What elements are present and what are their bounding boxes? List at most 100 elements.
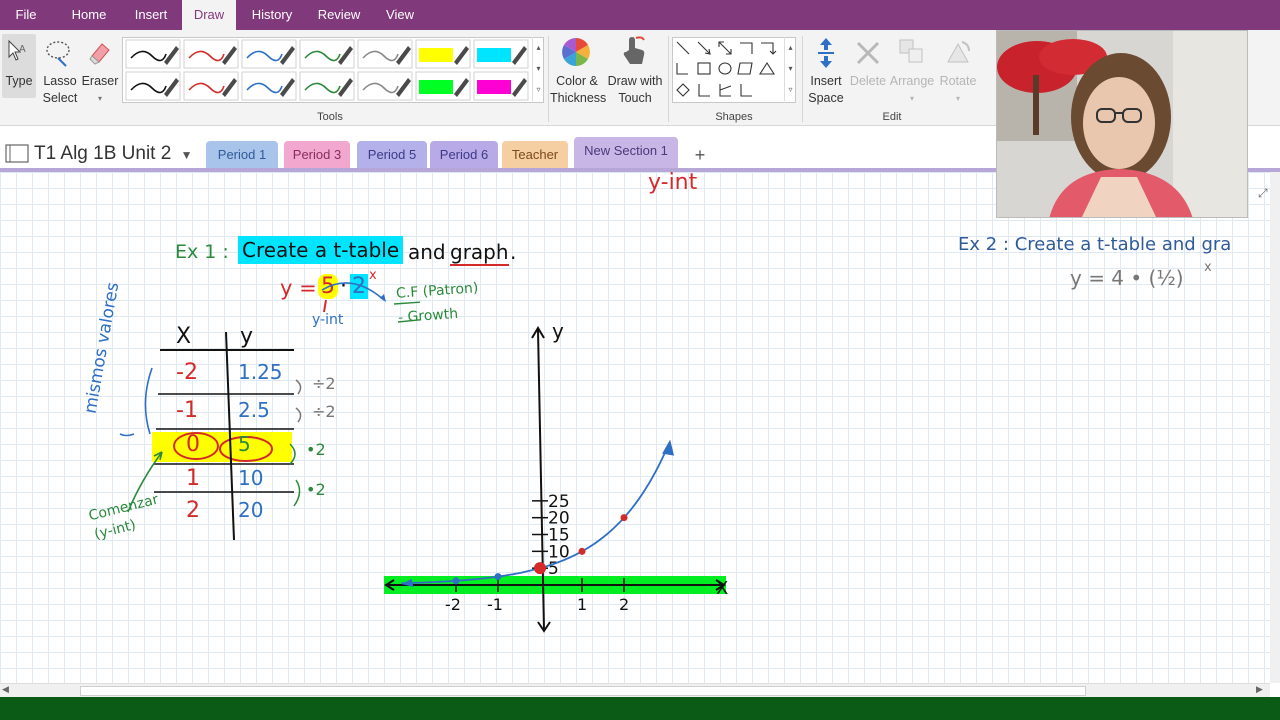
page-canvas[interactable]: y-int Ex 1 : Create a t-table and graph … [0, 172, 1270, 683]
presenter-video [997, 31, 1247, 217]
x-tick-label: 1 [577, 595, 587, 614]
eraser-button[interactable]: Eraser [80, 73, 120, 90]
rotate-icon [947, 41, 970, 63]
lasso-select-button[interactable]: Lasso Select [38, 73, 82, 107]
lasso-label-2: Select [42, 91, 78, 105]
menu-draw[interactable]: Draw [182, 0, 236, 30]
menu-review[interactable]: Review [310, 0, 368, 30]
ex1-graph: graph [450, 240, 509, 266]
bottom-frame [0, 697, 1280, 720]
menu-history[interactable]: History [242, 0, 302, 30]
eraser-icon [89, 43, 110, 65]
pen-gallery-scroll[interactable]: ▴ ▾ ▿ [532, 37, 544, 101]
touch-label-1: Draw with [607, 74, 663, 88]
shape-icons[interactable] [674, 39, 784, 101]
x-tick-label: -1 [487, 595, 503, 614]
pen-swatch[interactable] [357, 39, 413, 69]
menu-view[interactable]: View [376, 0, 424, 30]
notebook-icon [5, 144, 29, 163]
touch-label-2: Touch [618, 91, 652, 105]
lasso-label-1: Lasso [43, 74, 77, 88]
menu-bar: File Home Insert Draw History Review Vie… [0, 0, 1280, 30]
table-cell-x: 1 [186, 466, 200, 491]
exponential-graph: 252015105-2 -1 1 2Xy [384, 319, 728, 633]
arrange-button[interactable]: Arrange [888, 73, 936, 90]
tab-period-6[interactable]: Period 6 [430, 141, 498, 169]
insert-space-icon [818, 38, 834, 68]
scroll-left-icon[interactable]: ◀ [2, 684, 9, 695]
add-section-button[interactable]: + [686, 141, 714, 169]
lasso-select-icon [46, 41, 70, 67]
pen-swatch[interactable] [241, 39, 297, 69]
draw-with-touch-icon [623, 36, 645, 64]
color-thickness-button[interactable]: Color & Thickness [550, 73, 606, 107]
insert-label-1: Insert [810, 74, 842, 88]
notebook-name-text: T1 Alg 1B Unit 2 [34, 143, 172, 164]
pen-swatch[interactable] [183, 71, 239, 101]
pen-swatch[interactable] [299, 39, 355, 69]
insert-space-button[interactable]: Insert Space [804, 73, 848, 107]
table-cell-x: 0 [186, 432, 200, 457]
arrange-dropdown-icon[interactable]: ▾ [888, 90, 936, 107]
draw-with-touch-button[interactable]: Draw with Touch [604, 73, 666, 107]
plotted-point [578, 547, 586, 555]
pen-swatch[interactable] [415, 39, 471, 69]
t-table-lines [119, 282, 420, 541]
pen-swatch[interactable] [473, 39, 529, 69]
plotted-point [494, 573, 502, 581]
x-axis-label: X [716, 578, 728, 599]
tab-teacher[interactable]: Teacher [502, 141, 568, 169]
menu-file[interactable]: File [0, 0, 52, 30]
color-wheel-icon [562, 38, 590, 66]
pen-swatch[interactable] [415, 71, 471, 101]
horizontal-scroll-thumb[interactable] [80, 686, 1086, 696]
plotted-point [620, 514, 628, 522]
menu-insert[interactable]: Insert [124, 0, 178, 30]
horizontal-scrollbar[interactable]: ◀ ▶ [0, 683, 1270, 697]
tools-group-label: Tools [317, 111, 343, 123]
pen-swatch[interactable] [473, 71, 529, 101]
rotate-button[interactable]: Rotate [936, 73, 980, 90]
eraser-dropdown-icon[interactable]: ▾ [80, 90, 120, 107]
delete-button[interactable]: Delete [846, 73, 890, 90]
color-label-1: Color & [556, 74, 598, 88]
table-cell-x: 2 [186, 498, 200, 523]
exponential-curve [401, 445, 669, 585]
curve-end-arrow [662, 439, 675, 456]
type-cursor-icon: A [8, 39, 26, 61]
expand-icon[interactable]: ⤢ [1258, 186, 1268, 201]
notebook-name[interactable]: T1 Alg 1B Unit 2 ▼ [34, 143, 192, 165]
pen-swatches [125, 39, 529, 101]
table-cell-y: 2.5 [238, 398, 270, 422]
type-label: Type [5, 74, 33, 88]
plotted-point [452, 577, 460, 585]
table-cell-x: -2 [176, 360, 198, 385]
menu-home[interactable]: Home [62, 0, 116, 30]
tab-new-section-1[interactable]: New Section 1 [574, 137, 678, 169]
pen-swatch[interactable] [183, 39, 239, 69]
arrange-icon [899, 39, 923, 63]
tab-period-3[interactable]: Period 3 [284, 141, 350, 169]
ex1-dot: . [510, 240, 517, 264]
pen-swatch[interactable] [125, 71, 181, 101]
pen-swatch[interactable] [299, 71, 355, 101]
tab-period-1[interactable]: Period 1 [206, 141, 278, 169]
rotate-dropdown-icon[interactable]: ▾ [936, 90, 980, 107]
plotted-point [534, 562, 546, 575]
table-step-note: ÷2 [312, 402, 336, 421]
tab-period-5[interactable]: Period 5 [357, 141, 427, 169]
pen-swatch[interactable] [357, 71, 413, 101]
table-header-y: y [240, 324, 254, 349]
y-axis-label: y [552, 319, 564, 343]
shapes-gallery-scroll[interactable]: ▴ ▾ ▿ [784, 37, 796, 101]
svg-text:A: A [19, 44, 26, 55]
chevron-down-icon[interactable]: ▼ [181, 148, 193, 162]
pen-swatch[interactable] [241, 71, 297, 101]
table-cell-x: -1 [176, 398, 198, 423]
scroll-right-icon[interactable]: ▶ [1256, 684, 1263, 695]
table-cell-y: 5 [238, 432, 251, 456]
table-step-note: ÷2 [312, 374, 336, 393]
shapes-group-label: Shapes [715, 111, 753, 123]
vertical-scrollbar[interactable] [1270, 172, 1280, 683]
pen-swatch[interactable] [125, 39, 181, 69]
